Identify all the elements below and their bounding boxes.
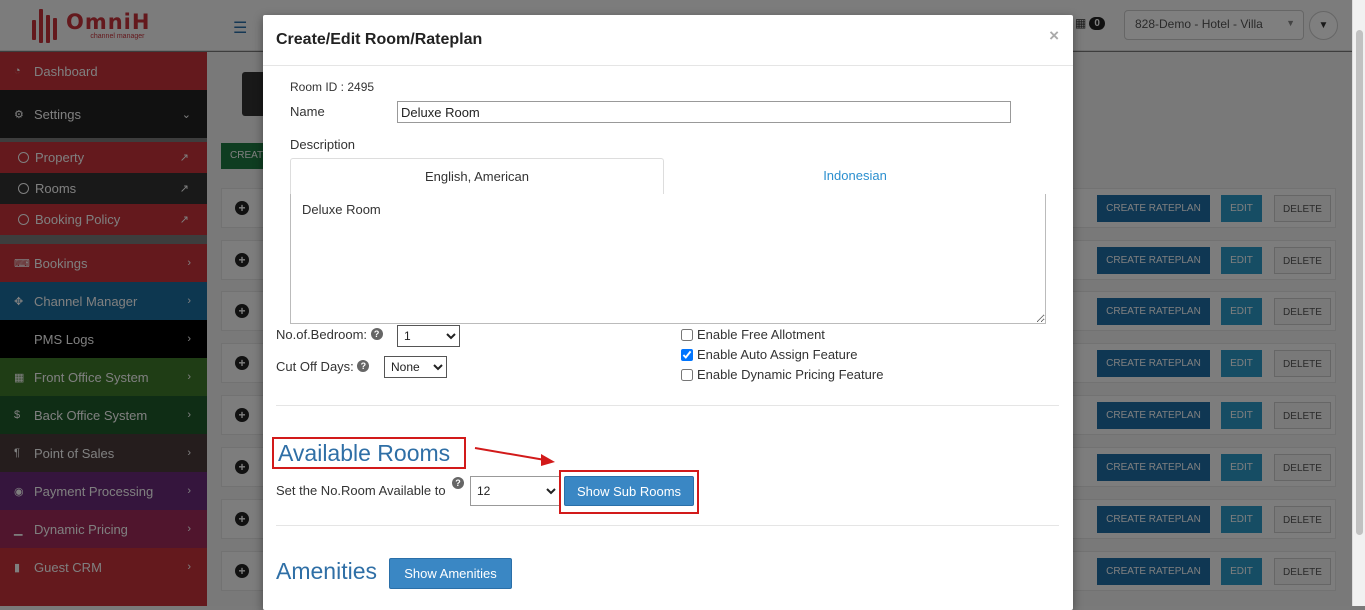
cutoff-label: Cut Off Days: ? [276,359,370,374]
bedroom-select[interactable]: 1 [397,325,460,347]
modal-header: Create/Edit Room/Rateplan × [263,15,1073,66]
cutoff-label-text: Cut Off Days: [276,359,354,374]
room-id-label: Room ID : 2495 [290,80,375,94]
available-rooms-heading: Available Rooms [272,437,466,469]
checkbox-label: Enable Free Allotment [697,327,825,342]
checkbox-label: Enable Dynamic Pricing Feature [697,367,884,382]
set-available-label: Set the No.Room Available to [276,483,446,498]
bedroom-label-text: No.of.Bedroom: [276,327,368,342]
show-sub-rooms-highlight: Show Sub Rooms [559,470,699,514]
modal-title: Create/Edit Room/Rateplan [276,31,483,48]
page-scrollbar[interactable] [1352,0,1365,606]
auto-assign-checkbox[interactable]: Enable Auto Assign Feature [681,347,857,362]
annotation-arrow-icon [474,447,555,466]
amenities-heading: Amenities [276,558,377,584]
language-tabs: English, American Indonesian [290,158,1046,195]
description-textarea[interactable]: Deluxe Room [290,194,1046,324]
show-sub-rooms-button[interactable]: Show Sub Rooms [564,476,694,506]
scrollbar-thumb[interactable] [1356,30,1363,535]
available-rooms-select[interactable]: 12 [470,476,560,506]
free-allotment-checkbox[interactable]: Enable Free Allotment [681,327,825,342]
help-icon[interactable]: ? [370,328,383,340]
edit-room-modal: Create/Edit Room/Rateplan × Room ID : 24… [263,15,1073,610]
bedroom-label: No.of.Bedroom: ? [276,327,383,342]
description-label: Description [290,137,356,152]
free-allotment-check[interactable] [681,328,693,341]
auto-assign-check[interactable] [681,348,693,361]
divider [276,525,1059,526]
cutoff-days-select[interactable]: None [384,356,447,378]
tab-english[interactable]: English, American [290,158,664,195]
dynamic-pricing-check[interactable] [681,368,693,381]
show-amenities-button[interactable]: Show Amenities [389,558,512,589]
checkbox-label: Enable Auto Assign Feature [697,347,858,362]
close-icon[interactable]: × [1049,26,1059,46]
room-name-input[interactable] [397,101,1011,123]
dynamic-pricing-checkbox[interactable]: Enable Dynamic Pricing Feature [681,367,883,382]
name-label: Name [290,104,325,119]
help-icon[interactable]: ? [452,477,464,489]
divider [276,405,1059,406]
help-icon[interactable]: ? [357,360,370,372]
tab-indonesian[interactable]: Indonesian [664,158,1046,195]
